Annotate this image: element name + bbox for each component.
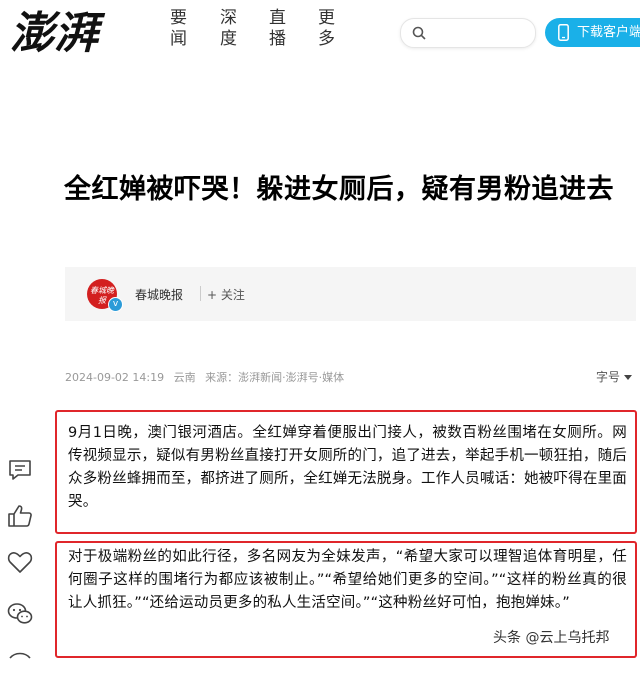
nav-label-2: 多: [318, 29, 335, 49]
nav-item-more[interactable]: 更 多: [318, 8, 335, 50]
font-size-label: 字号: [596, 370, 621, 384]
nav-label-1: 直: [269, 8, 286, 28]
source-watermark: 头条 @云上乌托邦: [489, 627, 614, 647]
site-logo[interactable]: 澎湃: [8, 4, 108, 59]
nav-item-depth[interactable]: 深 度: [220, 8, 237, 50]
publish-datetime: 2024-09-02 14:19: [65, 371, 165, 384]
wechat-share-button[interactable]: [6, 600, 34, 628]
nav-label-2: 闻: [170, 29, 187, 49]
nav-label-2: 播: [269, 29, 286, 49]
site-header: 澎湃 要 闻 深 度 直 播 更 多 下载客户端: [0, 0, 640, 64]
like-icon: [8, 505, 32, 527]
nav-item-live[interactable]: 直 播: [269, 8, 286, 50]
nav-label-1: 要: [170, 8, 187, 28]
article-title: 全红婵被吓哭！躲进女厕后，疑有男粉追进去: [64, 174, 614, 205]
caret-down-icon: [623, 374, 632, 380]
phone-icon: [558, 24, 569, 41]
download-app-button[interactable]: 下载客户端: [545, 18, 640, 47]
article-meta: 2024-09-02 14:19 云南 来源：澎湃新闻·澎湃号·媒体: [65, 369, 350, 385]
font-size-button[interactable]: 字号: [596, 368, 632, 385]
article-paragraph: 9月1日晚，澳门银河酒店。全红婵穿着便服出门接人，被数百粉丝围堵在女厕所。网传视…: [55, 410, 637, 534]
author-bar: 春城晚报 v 春城晚报 + 关注: [65, 267, 636, 321]
favorite-button[interactable]: [6, 548, 34, 576]
logo-mark: 澎湃: [10, 8, 106, 59]
heart-icon: [7, 552, 33, 573]
nav-label-1: 更: [318, 8, 335, 28]
comment-icon: [9, 460, 31, 480]
share-button[interactable]: [6, 646, 34, 674]
like-button[interactable]: [6, 502, 34, 530]
download-app-label: 下载客户端: [577, 25, 640, 40]
search-icon: [412, 26, 426, 40]
comment-button[interactable]: [6, 456, 34, 484]
nav-label-2: 度: [220, 29, 237, 49]
nav-item-news[interactable]: 要 闻: [170, 8, 187, 50]
search-input[interactable]: [400, 18, 536, 48]
share-icon: [9, 652, 31, 659]
verified-badge-icon: v: [108, 297, 123, 312]
divider: [200, 286, 201, 301]
article-source: 来源：澎湃新闻·澎湃号·媒体: [205, 371, 345, 384]
nav-label-1: 深: [220, 8, 237, 28]
wechat-icon: [7, 603, 33, 624]
logo-text: 澎湃: [10, 8, 106, 56]
author-name[interactable]: 春城晚报: [135, 286, 183, 303]
publish-location: 云南: [173, 371, 196, 384]
follow-button[interactable]: + 关注: [207, 286, 245, 303]
